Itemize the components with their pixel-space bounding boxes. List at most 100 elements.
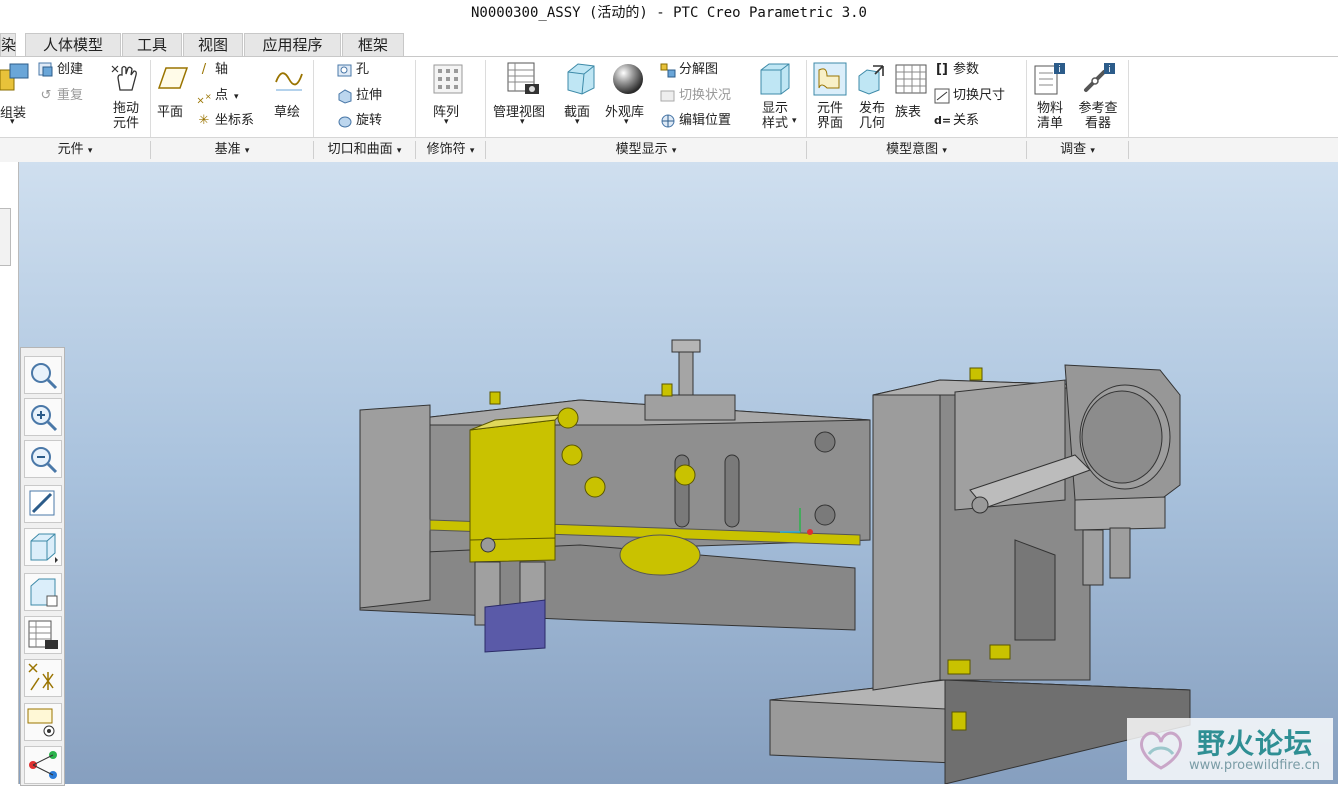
group-model-intent[interactable]: 模型意图 ▾ — [807, 138, 1026, 162]
tab-render[interactable]: 染 — [0, 33, 16, 56]
relations-button[interactable]: d= 关系 — [934, 111, 979, 131]
bom-label-2: 清单 — [1036, 116, 1063, 131]
view-toolbar — [20, 347, 65, 786]
csys-label: 坐标系 — [215, 113, 255, 128]
explode-view-button[interactable]: 分解图 — [660, 60, 718, 80]
toggle-status-button[interactable]: 切换状况 — [660, 86, 731, 106]
datum-display-button[interactable] — [24, 659, 62, 697]
display-style-view-button[interactable] — [24, 528, 62, 566]
drag-component-button[interactable]: 拖动 元件 — [106, 101, 146, 131]
zoom-in-button[interactable] — [24, 398, 62, 436]
repaint-icon — [29, 490, 55, 516]
publish-geometry-icon — [858, 65, 884, 95]
point-button[interactable]: ×× 点 ▾ — [196, 86, 239, 106]
saved-orientations-icon — [30, 578, 58, 607]
sketch-icon — [275, 72, 303, 91]
family-table-icon — [895, 64, 927, 94]
group-model-display-dropdown-arrow: ▾ — [671, 146, 677, 156]
relations-icon: d= — [934, 113, 952, 127]
refit-button[interactable] — [24, 356, 62, 394]
display-style-label-1: 显示 — [761, 101, 788, 116]
repeat-icon: ↺ — [40, 87, 52, 103]
pattern-dropdown-arrow[interactable]: ▾ — [444, 117, 449, 127]
view-manager-icon — [28, 620, 58, 649]
publish-geometry-button[interactable]: 发布 几何 — [852, 101, 892, 131]
plane-icon — [158, 67, 188, 89]
switch-dimensions-button[interactable]: 切换尺寸 — [934, 86, 1005, 106]
hole-label: 孔 — [356, 62, 370, 77]
component-interface-button[interactable]: 元件 界面 — [810, 101, 850, 131]
tab-applications[interactable]: 应用程序 — [244, 33, 341, 56]
spin-center-button[interactable] — [24, 703, 62, 741]
reference-viewer-label-2: 看器 — [1084, 116, 1111, 131]
group-investigate-dropdown-arrow: ▾ — [1090, 146, 1095, 156]
assembly-model[interactable] — [0, 162, 1338, 784]
appearance-dropdown-arrow[interactable]: ▾ — [624, 117, 629, 127]
group-modifiers[interactable]: 修饰符 ▾ — [416, 138, 485, 162]
ribbon-group-bar: 元件 ▾ 基准 ▾ 切口和曲面 ▾ 修饰符 ▾ 模型显示 ▾ 模型意图 ▾ 调查… — [0, 137, 1338, 163]
hole-icon — [337, 64, 352, 76]
drag-hand-icon — [111, 65, 137, 91]
group-investigate[interactable]: 调查 ▾ — [1027, 138, 1128, 162]
group-cut-surface-dropdown-arrow: ▾ — [396, 146, 402, 156]
group-model-display[interactable]: 模型显示 ▾ — [486, 138, 806, 162]
group-datum-label: 基准 — [214, 142, 241, 157]
svg-text:i: i — [1108, 65, 1111, 75]
point-dropdown-arrow[interactable]: ▾ — [234, 92, 239, 102]
drag-label-2: 元件 — [112, 116, 139, 131]
group-datum[interactable]: 基准 ▾ — [151, 138, 313, 162]
forum-watermark: 野火论坛 www.proewildfire.cn — [1127, 718, 1333, 780]
plane-button[interactable]: 平面 — [157, 101, 183, 120]
main-beam — [359, 399, 871, 631]
manage-views-dropdown-arrow[interactable]: ▾ — [520, 117, 525, 127]
manage-views-button[interactable]: 管理视图 — [493, 101, 545, 120]
hole-button[interactable]: 孔 — [337, 60, 369, 80]
assemble-dropdown-arrow[interactable]: ▾ — [10, 117, 15, 127]
group-component[interactable]: 元件 ▾ — [0, 138, 150, 162]
revolve-button[interactable]: 旋转 — [337, 111, 382, 131]
axis-button[interactable]: / 轴 — [196, 60, 228, 80]
annotation-display-button[interactable] — [24, 746, 62, 784]
extrude-button[interactable]: 拉伸 — [337, 86, 382, 106]
parameters-button[interactable]: [] 参数 — [934, 60, 979, 80]
zoom-out-icon — [31, 447, 58, 474]
tab-tools[interactable]: 工具 — [122, 33, 182, 56]
create-label: 创建 — [57, 62, 84, 77]
repeat-button[interactable]: ↺ 重复 — [38, 86, 83, 106]
component-interface-label-1: 元件 — [816, 101, 843, 116]
saved-orientations-button[interactable] — [24, 573, 62, 611]
left-panel-tab[interactable] — [0, 208, 11, 266]
explode-label: 分解图 — [679, 62, 719, 77]
bill-of-materials-button[interactable]: 物料 清单 — [1030, 101, 1070, 131]
csys-button[interactable]: ✳ 坐标系 — [196, 111, 254, 131]
section-icon — [567, 63, 595, 95]
graphics-window[interactable] — [0, 162, 1338, 784]
repaint-button[interactable] — [24, 485, 62, 523]
manage-views-icon — [507, 62, 539, 94]
component-interface-label-2: 界面 — [816, 116, 843, 131]
tab-framework[interactable]: 框架 — [342, 33, 404, 56]
toggle-status-icon — [660, 90, 675, 101]
relations-label: 关系 — [953, 113, 980, 128]
edit-position-button[interactable]: 编辑位置 — [660, 111, 731, 131]
tab-manikin[interactable]: 人体模型 — [25, 33, 121, 56]
watermark-title: 野火论坛 — [1197, 727, 1314, 760]
group-cut-surface-label: 切口和曲面 — [327, 142, 393, 157]
group-datum-dropdown-arrow: ▾ — [244, 146, 250, 156]
reference-viewer-button[interactable]: 参考查 看器 — [1070, 101, 1126, 131]
reference-viewer-icon: i — [1084, 63, 1115, 92]
clamp-block — [1074, 496, 1166, 586]
create-button[interactable]: 创建 — [38, 60, 83, 80]
parameters-icon: [] — [936, 61, 948, 77]
sketch-button[interactable]: 草绘 — [274, 101, 300, 120]
tab-view[interactable]: 视图 — [183, 33, 243, 56]
section-dropdown-arrow[interactable]: ▾ — [575, 117, 580, 127]
zoom-out-button[interactable] — [24, 440, 62, 478]
view-manager-button[interactable] — [24, 616, 62, 654]
group-cut-surface[interactable]: 切口和曲面 ▾ — [314, 138, 415, 162]
display-style-dropdown-arrow[interactable]: ▾ — [792, 116, 797, 126]
component-interface-icon — [813, 62, 847, 96]
group-model-intent-dropdown-arrow: ▾ — [942, 146, 947, 156]
family-table-button[interactable]: 族表 — [895, 101, 921, 120]
group-separator — [1128, 141, 1129, 159]
